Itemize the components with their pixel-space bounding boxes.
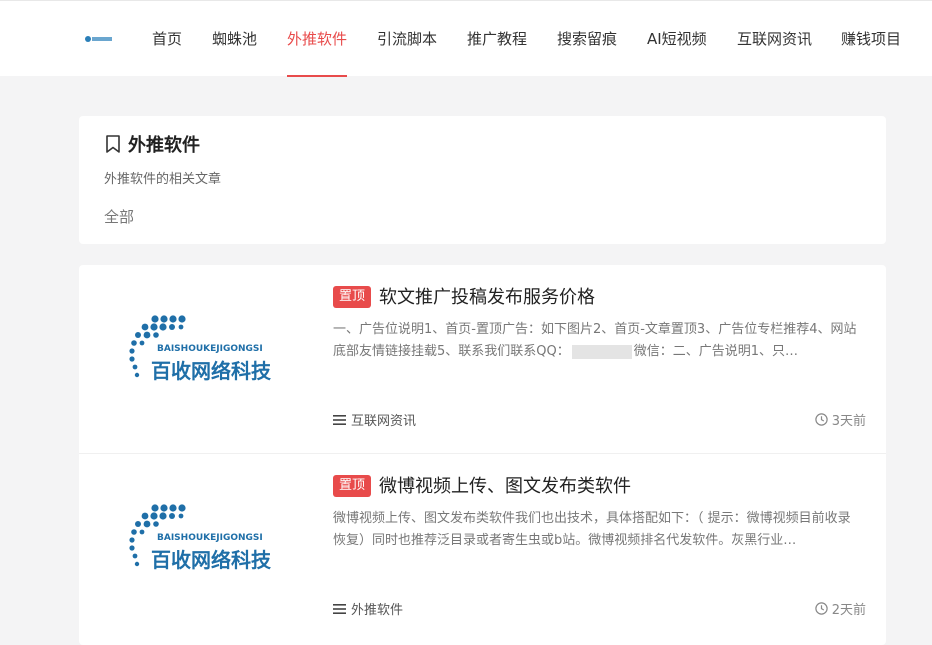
post-time-text: 2天前 [831,603,866,618]
post-category: 互联网资讯 [351,414,417,429]
post-category: 外推软件 [351,603,404,618]
post-time: 2天前 [815,599,866,618]
nav-item-internet-news[interactable]: 互联网资讯 [737,1,812,77]
pinned-badge: 置顶 [333,475,372,497]
nav-item-home[interactable]: 首页 [152,1,182,77]
nav-item-traffic-scripts[interactable]: 引流脚本 [377,1,437,77]
svg-text:百收网络科技: 百收网络科技 [151,548,272,572]
redacted-text [571,344,632,359]
menu-icon [333,414,346,425]
category-title-row: 外推软件 [104,130,200,158]
nav-item-outreach-software[interactable]: 外推软件 [287,1,348,77]
post-thumbnail[interactable]: BAISHOUKEJIGONGSI 百收网络科技 [107,496,307,586]
svg-text:BAISHOUKEJIGONGSI: BAISHOUKEJIGONGSI [157,344,263,354]
post-thumbnail[interactable]: BAISHOUKEJIGONGSI 百收网络科技 [107,307,307,397]
post-title[interactable]: 微博视频上传、图文发布类软件 [379,472,631,498]
post-time-text: 3天前 [831,414,866,429]
category-header-card: 外推软件 外推软件的相关文章 全部 [79,116,886,244]
svg-text:BAISHOUKEJIGONGSI: BAISHOUKEJIGONGSI [157,533,263,543]
nav-item-money-projects[interactable]: 赚钱项目 [841,1,901,77]
category-title: 外推软件 [128,135,200,156]
post-excerpt: 一、广告位说明1、首页-置顶广告：如下图片2、首页-文章置顶3、广告位专栏推荐4… [333,322,857,359]
nav-item-search-traces[interactable]: 搜索留痕 [557,1,617,77]
list-item: BAISHOUKEJIGONGSI 百收网络科技 置顶 软文推广投稿发布服务价格… [79,265,886,453]
clock-icon [815,413,828,426]
nav-item-spider-pool[interactable]: 蜘蛛池 [212,1,257,77]
clock-icon [815,602,828,615]
site-logo[interactable] [84,33,114,45]
bookmark-icon [106,135,120,153]
post-title[interactable]: 软文推广投稿发布服务价格 [379,283,595,309]
post-category-link[interactable]: 外推软件 [333,599,403,618]
nav-item-ai-short-video[interactable]: AI短视频 [647,1,707,77]
svg-text:百收网络科技: 百收网络科技 [151,359,272,383]
category-description: 外推软件的相关文章 [104,172,222,187]
post-category-link[interactable]: 互联网资讯 [333,410,416,429]
filter-all[interactable]: 全部 [104,206,134,227]
list-item: BAISHOUKEJIGONGSI 百收网络科技 置顶 微博视频上传、图文发布类… [79,453,886,641]
post-excerpt: 微博视频上传、图文发布类软件我们也出技术，具体搭配如下：（ 提示：微博视频目前收… [333,511,851,548]
menu-icon [333,603,346,614]
post-time: 3天前 [815,410,866,429]
post-list: BAISHOUKEJIGONGSI 百收网络科技 置顶 软文推广投稿发布服务价格… [79,265,886,645]
nav-item-promo-tutorials[interactable]: 推广教程 [467,1,527,77]
site-header: 首页 蜘蛛池 外推软件 引流脚本 推广教程 搜索留痕 AI短视频 互联网资讯 赚… [0,0,932,77]
pinned-badge: 置顶 [333,286,372,308]
